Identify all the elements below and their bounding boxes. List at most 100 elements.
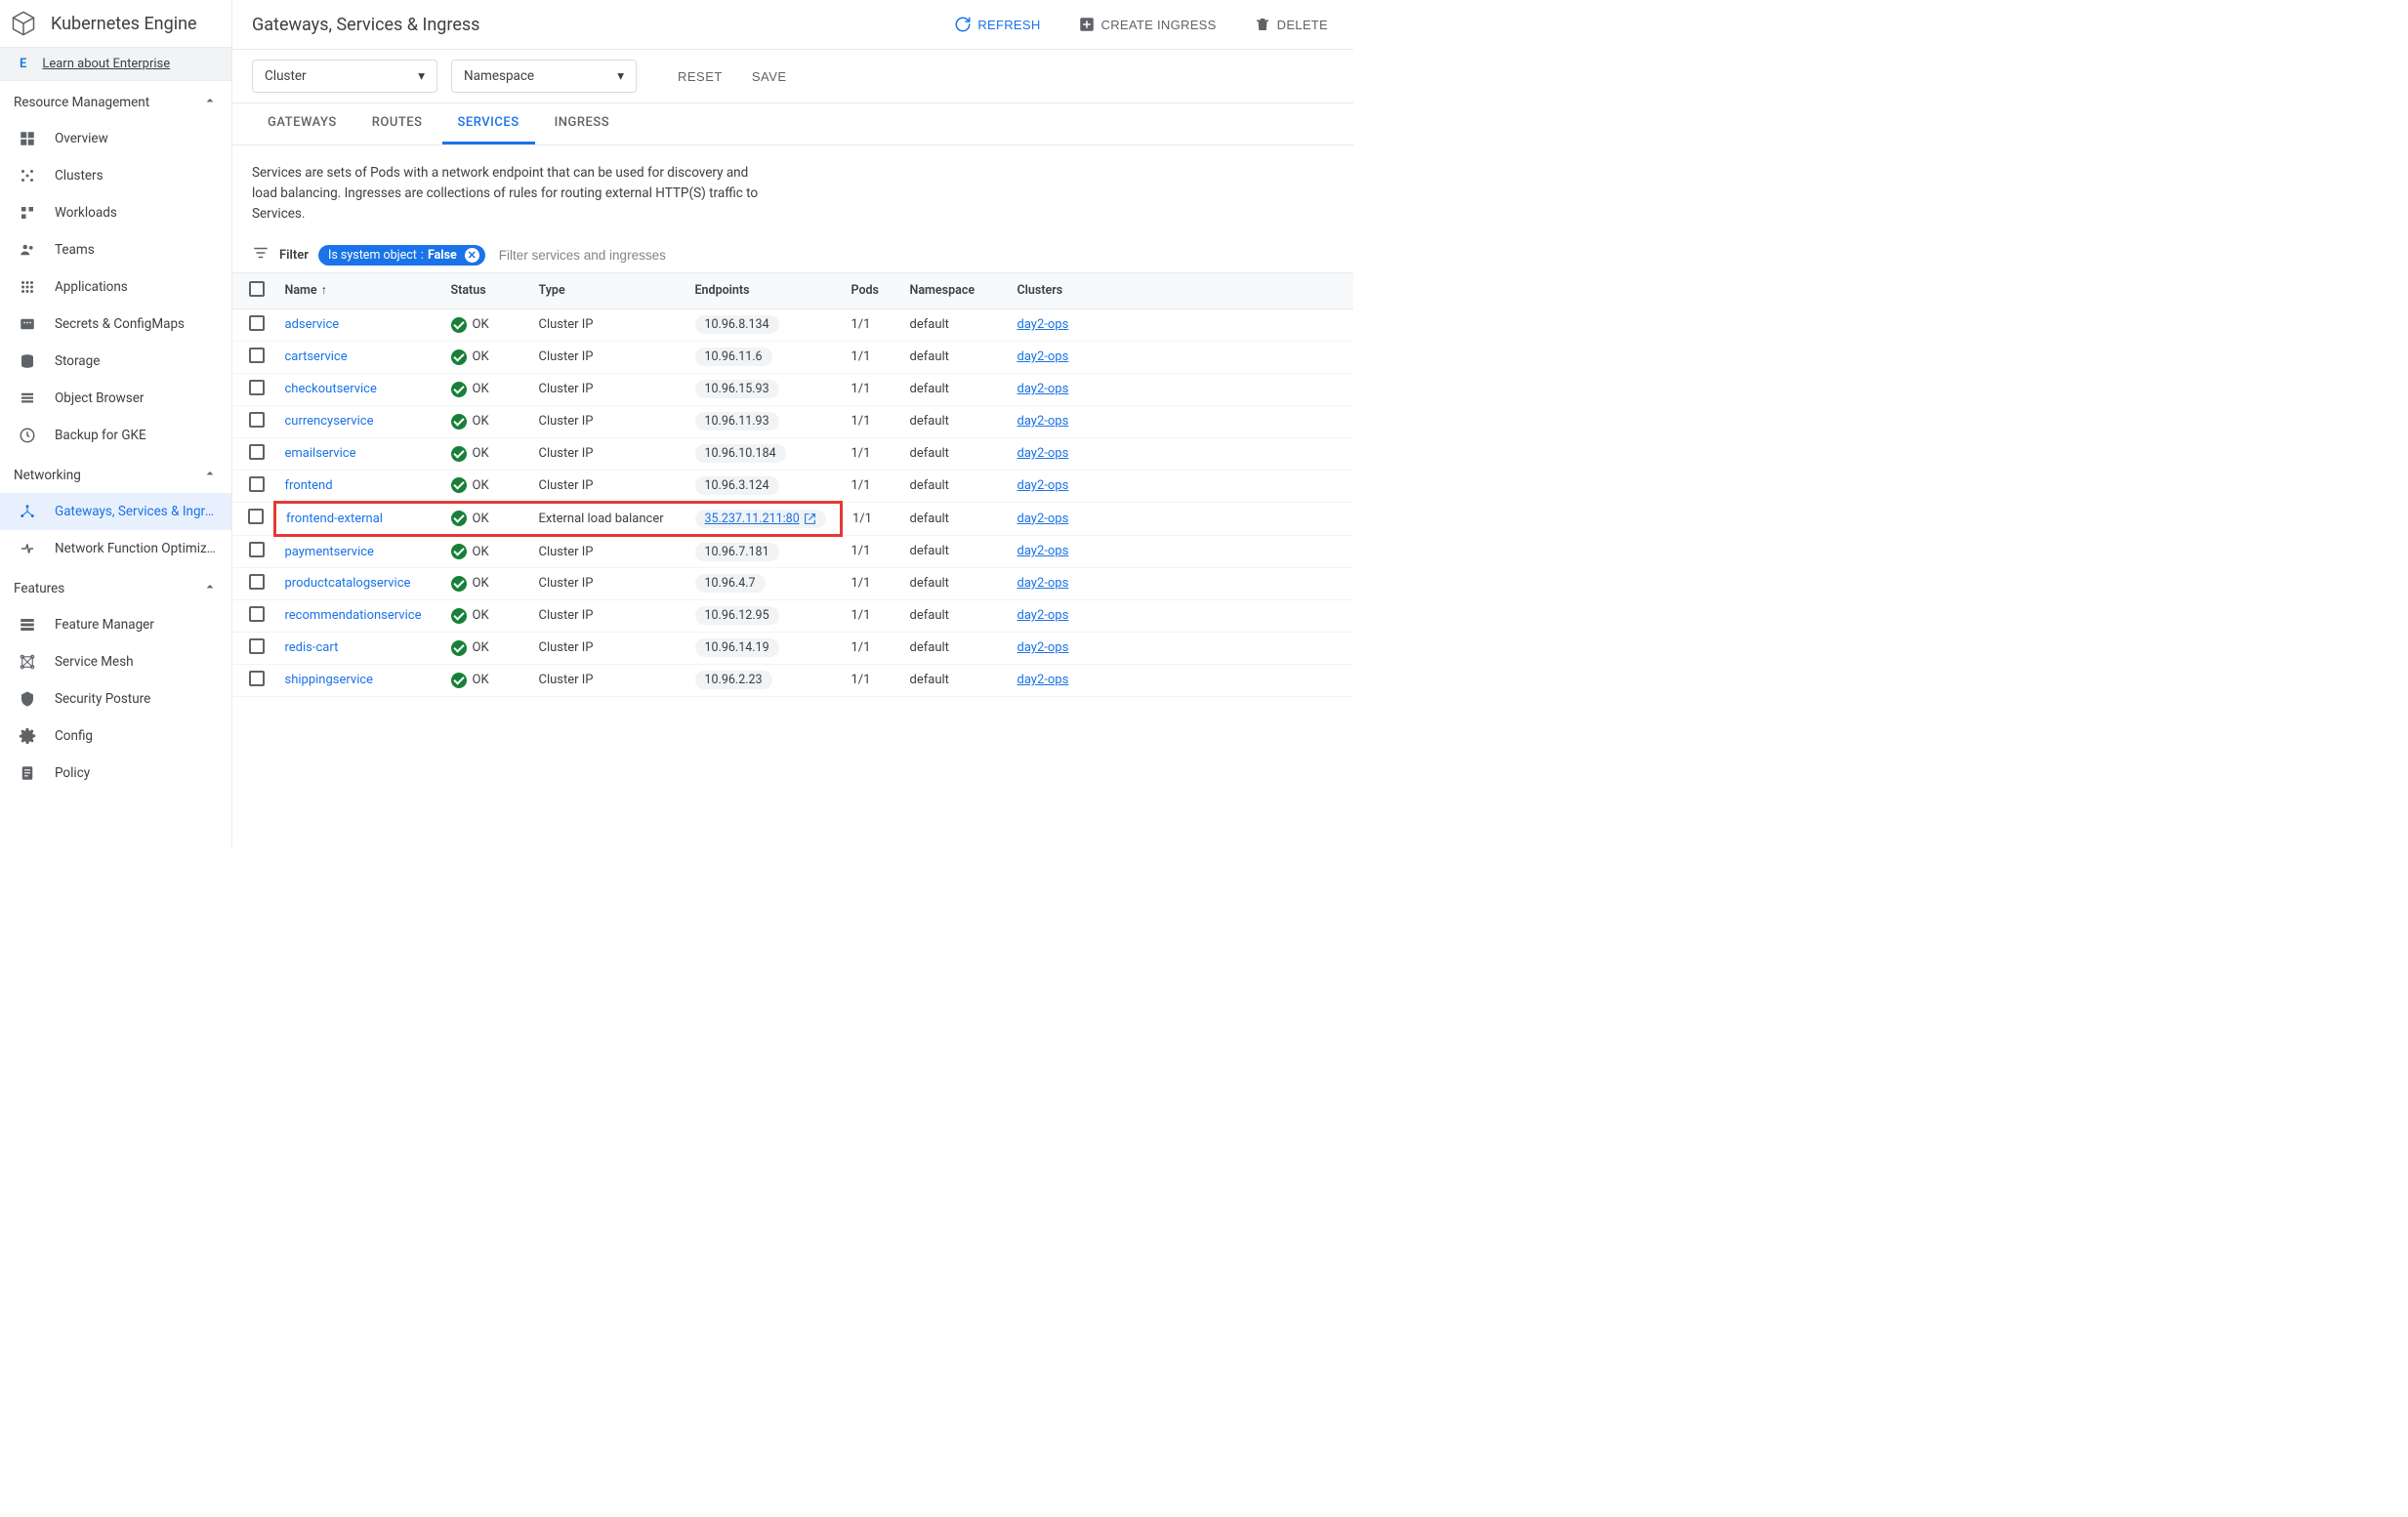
row-checkbox[interactable] xyxy=(248,509,264,524)
cluster-link[interactable]: day2-ops xyxy=(1017,544,1069,558)
save-button[interactable]: SAVE xyxy=(744,63,795,90)
service-name-link[interactable]: shippingservice xyxy=(285,673,374,687)
row-checkbox[interactable] xyxy=(249,348,265,363)
cluster-link[interactable]: day2-ops xyxy=(1017,512,1069,526)
service-name-link[interactable]: currencyservice xyxy=(285,414,374,429)
col-clusters[interactable]: Clusters xyxy=(1008,272,1354,308)
sidebar-item-overview[interactable]: Overview xyxy=(0,120,231,157)
service-name-link[interactable]: adservice xyxy=(285,317,340,332)
row-checkbox[interactable] xyxy=(249,380,265,395)
service-name-link[interactable]: productcatalogservice xyxy=(285,576,411,591)
nav-section-title: Resource Management xyxy=(14,95,149,110)
cluster-link[interactable]: day2-ops xyxy=(1017,608,1069,623)
cluster-link[interactable]: day2-ops xyxy=(1017,382,1069,396)
nav-section-header[interactable]: Features xyxy=(0,567,231,606)
service-name-link[interactable]: checkoutservice xyxy=(285,382,377,396)
cluster-link[interactable]: day2-ops xyxy=(1017,640,1069,655)
pods-cell: 1/1 xyxy=(842,470,900,502)
filter-input[interactable] xyxy=(495,244,1334,266)
cluster-link[interactable]: day2-ops xyxy=(1017,349,1069,364)
clusters-icon xyxy=(18,166,37,185)
sidebar-item-teams[interactable]: Teams xyxy=(0,231,231,268)
row-checkbox[interactable] xyxy=(249,671,265,686)
row-checkbox[interactable] xyxy=(249,476,265,492)
nav-section-header[interactable]: Networking xyxy=(0,454,231,493)
sidebar-item-backup-for-gke[interactable]: Backup for GKE xyxy=(0,417,231,454)
col-select-all[interactable] xyxy=(232,272,275,308)
cluster-dropdown[interactable]: Cluster ▾ xyxy=(252,60,437,93)
cluster-link[interactable]: day2-ops xyxy=(1017,446,1069,461)
sidebar-item-applications[interactable]: Applications xyxy=(0,268,231,306)
sidebar-item-object-browser[interactable]: Object Browser xyxy=(0,380,231,417)
enterprise-link[interactable]: Learn about Enterprise xyxy=(42,57,170,71)
sidebar-item-security-posture[interactable]: Security Posture xyxy=(0,680,231,718)
sidebar-item-workloads[interactable]: Workloads xyxy=(0,194,231,231)
col-pods[interactable]: Pods xyxy=(842,272,900,308)
tab-ingress[interactable]: INGRESS xyxy=(539,103,626,144)
cluster-link[interactable]: day2-ops xyxy=(1017,673,1069,687)
namespace-cell: default xyxy=(900,308,1008,341)
sidebar-item-clusters[interactable]: Clusters xyxy=(0,157,231,194)
status-text: OK xyxy=(473,478,489,493)
filter-chip[interactable]: Is system object : False ✕ xyxy=(318,245,485,266)
sidebar-item-storage[interactable]: Storage xyxy=(0,343,231,380)
create-ingress-button[interactable]: CREATE INGRESS xyxy=(1072,12,1223,37)
sidebar-item-secrets-configmaps[interactable]: Secrets & ConfigMaps xyxy=(0,306,231,343)
sidebar-item-service-mesh[interactable]: Service Mesh xyxy=(0,643,231,680)
row-checkbox[interactable] xyxy=(249,444,265,460)
row-checkbox[interactable] xyxy=(249,412,265,428)
filter-toolbar: Cluster ▾ Namespace ▾ RESET SAVE xyxy=(232,50,1353,103)
col-namespace[interactable]: Namespace xyxy=(900,272,1008,308)
tabs: GATEWAYSROUTESSERVICESINGRESS xyxy=(232,103,1353,145)
tab-services[interactable]: SERVICES xyxy=(442,103,535,144)
row-checkbox[interactable] xyxy=(249,315,265,331)
row-checkbox[interactable] xyxy=(249,574,265,590)
nav-section-header[interactable]: Resource Management xyxy=(0,81,231,120)
delete-button[interactable]: DELETE xyxy=(1248,12,1334,37)
sidebar-item-label: Object Browser xyxy=(55,390,145,406)
checkbox-icon[interactable] xyxy=(249,281,265,297)
reset-button[interactable]: RESET xyxy=(670,63,730,90)
nfo-icon xyxy=(18,539,37,558)
table-row: frontend OK Cluster IP 10.96.3.124 1/1 d… xyxy=(232,470,1353,502)
row-checkbox[interactable] xyxy=(249,542,265,557)
service-name-link[interactable]: frontend xyxy=(285,478,333,493)
sidebar-item-label: Applications xyxy=(55,279,128,295)
endpoint-pill: 10.96.4.7 xyxy=(695,574,766,593)
tab-gateways[interactable]: GATEWAYS xyxy=(252,103,353,144)
sidebar-item-feature-manager[interactable]: Feature Manager xyxy=(0,606,231,643)
sidebar-item-network-function-optimiz[interactable]: Network Function Optimiz… xyxy=(0,530,231,567)
cluster-link[interactable]: day2-ops xyxy=(1017,478,1069,493)
service-name-link[interactable]: recommendationservice xyxy=(285,608,422,623)
service-name-link[interactable]: paymentservice xyxy=(285,545,374,559)
tab-routes[interactable]: ROUTES xyxy=(356,103,438,144)
table-row: cartservice OK Cluster IP 10.96.11.6 1/1… xyxy=(232,341,1353,373)
service-name-link[interactable]: redis-cart xyxy=(285,640,339,655)
main-content: Gateways, Services & Ingress REFRESH CRE… xyxy=(232,0,1353,847)
sidebar-item-config[interactable]: Config xyxy=(0,718,231,755)
service-name-link[interactable]: frontend-external xyxy=(286,512,383,526)
col-type[interactable]: Type xyxy=(529,272,685,308)
row-checkbox[interactable] xyxy=(249,638,265,654)
refresh-button[interactable]: REFRESH xyxy=(948,12,1046,37)
endpoint-pill[interactable]: 35.237.11.211:80 xyxy=(695,510,826,528)
sidebar-item-gateways-services-ingre[interactable]: Gateways, Services & Ingre… xyxy=(0,493,231,530)
cluster-link[interactable]: day2-ops xyxy=(1017,576,1069,591)
col-status[interactable]: Status xyxy=(441,272,529,308)
col-name[interactable]: Name↑ xyxy=(275,272,441,308)
service-name-link[interactable]: cartservice xyxy=(285,349,348,364)
filter-chip-remove-icon[interactable]: ✕ xyxy=(465,248,479,263)
cluster-link[interactable]: day2-ops xyxy=(1017,317,1069,332)
type-cell: Cluster IP xyxy=(529,437,685,470)
service-name-link[interactable]: emailservice xyxy=(285,446,356,461)
sidebar-item-policy[interactable]: Policy xyxy=(0,755,231,792)
sidebar-item-label: Security Posture xyxy=(55,691,150,707)
trash-icon xyxy=(1254,16,1271,33)
filter-chip-value: False xyxy=(428,248,457,263)
namespace-dropdown[interactable]: Namespace ▾ xyxy=(451,60,637,93)
col-endpoints[interactable]: Endpoints xyxy=(685,272,842,308)
type-cell: Cluster IP xyxy=(529,535,685,567)
row-checkbox[interactable] xyxy=(249,606,265,622)
enterprise-banner[interactable]: E Learn about Enterprise xyxy=(0,48,231,81)
cluster-link[interactable]: day2-ops xyxy=(1017,414,1069,429)
